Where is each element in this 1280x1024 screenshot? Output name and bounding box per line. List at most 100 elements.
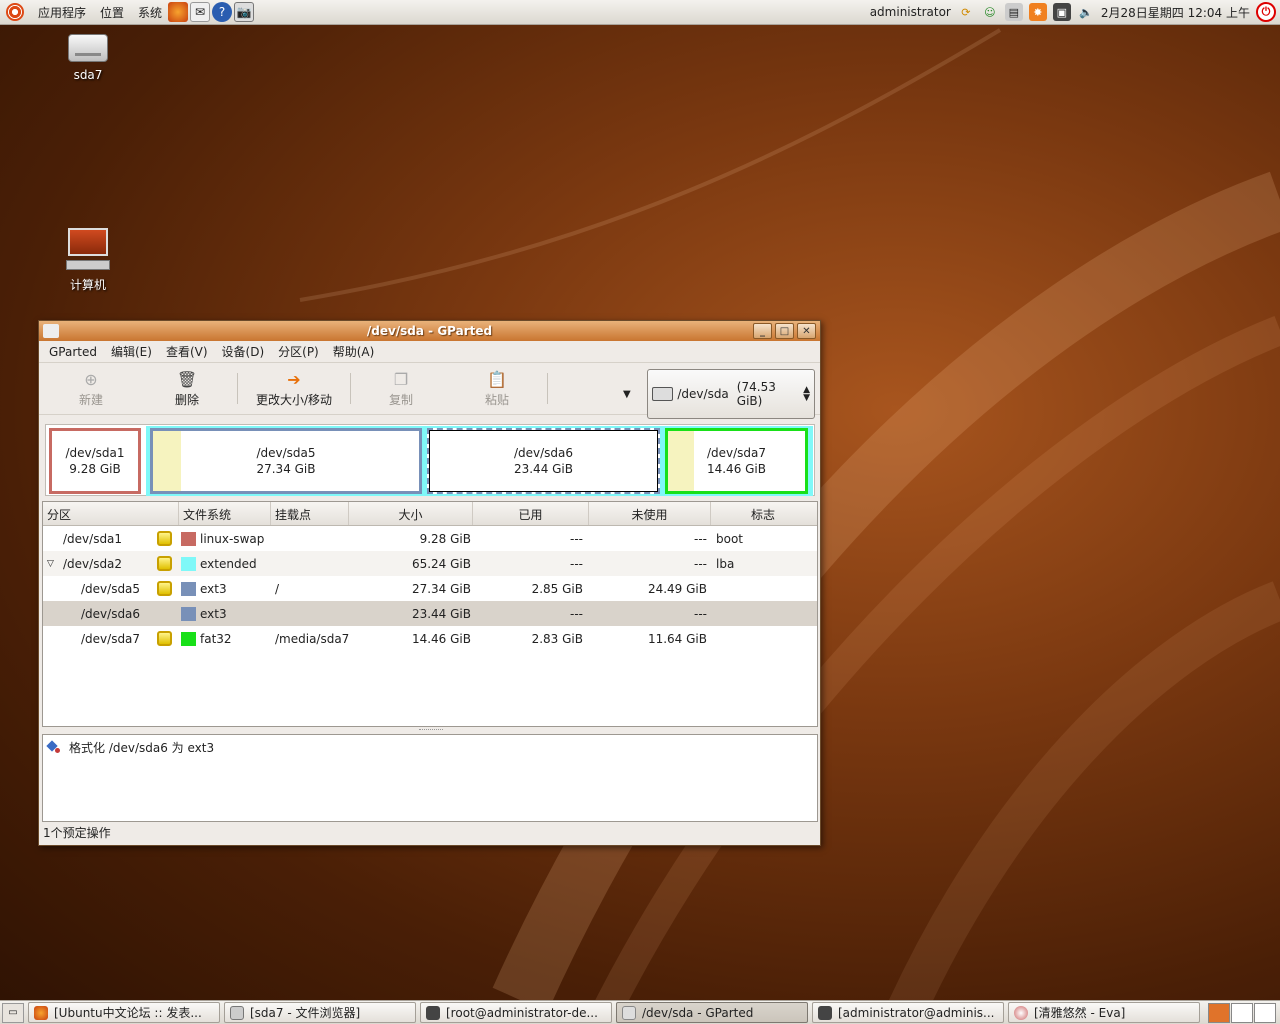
screenshot-icon[interactable]: 📷 [234,2,255,22]
task-media-player[interactable]: [清雅悠然 - Eva] [1008,1002,1200,1023]
toolbar-separator [350,373,351,404]
copy-button[interactable]: ❐ 复制 [353,367,449,410]
new-button[interactable]: ⊕ 新建 [43,367,139,410]
help-icon[interactable]: ? [212,2,233,22]
clock[interactable]: 2月28日星期四 12:04 上午 [1101,4,1250,21]
expander-icon[interactable]: ▽ [47,559,54,569]
volume-icon[interactable]: 🔈 [1077,3,1095,21]
header-filesystem[interactable]: 文件系统 [179,502,271,525]
partition-map-sda6[interactable]: /dev/sda6 23.44 GiB [427,428,660,494]
network-icon[interactable]: ▣ [1052,3,1071,21]
menu-edit[interactable]: 编辑(E) [111,343,152,360]
workspace-2[interactable] [1231,1002,1253,1023]
terminal-icon [426,1005,440,1020]
table-row[interactable]: /dev/sda7 fat32/media/sda7 14.46 GiB 2.83 G… [43,626,817,651]
resize-move-button[interactable]: ➔ 更改大小/移动 [240,367,348,410]
used-space-fill [153,431,181,491]
firefox-icon[interactable] [168,2,189,22]
update-icon[interactable]: ✸ [1028,3,1047,21]
format-operation-icon [47,740,63,756]
printer-icon[interactable]: ▤ [1004,3,1023,21]
partition-table: 分区 文件系统 挂载点 大小 已用 未使用 标志 /dev/sda1 linux-… [42,501,818,727]
maximize-button[interactable]: □ [775,323,794,339]
partition-map-sda5[interactable]: /dev/sda5 27.34 GiB [150,428,422,494]
task-gparted[interactable]: /dev/sda - GParted [616,1002,808,1023]
delete-label: 删除 [174,393,199,407]
paste-button[interactable]: 📋 粘贴 [449,367,545,410]
close-button[interactable]: ✕ [797,323,816,339]
used-space-fill [668,431,694,491]
copy-label: 复制 [388,393,413,407]
task-file-browser[interactable]: [sda7 - 文件浏览器] [224,1002,416,1023]
operation-text: 格式化 /dev/sda6 为 ext3 [69,741,215,755]
menu-applications[interactable]: 应用程序 [38,4,86,21]
user-name[interactable]: administrator [870,5,951,19]
messenger-icon[interactable]: ☺ [981,3,999,21]
workspace-1[interactable] [1208,1002,1230,1023]
drive-icon [68,34,108,62]
cell-mountpoint: /media/sda7 [275,631,350,646]
filesystem-color-swatch [181,631,196,646]
menu-places[interactable]: 位置 [100,4,124,21]
trash-icon: 🗑 [176,369,198,389]
table-row[interactable]: ▽ /dev/sda2 extended 65.24 GiB --- --- lba [43,551,817,576]
task-label: [root@administrator-de... [446,1005,598,1020]
partition-map-sda7[interactable]: /dev/sda7 14.46 GiB [665,428,808,494]
show-desktop-button[interactable]: ▭ [2,1002,24,1023]
toolbar-overflow-icon[interactable]: ▼ [623,389,631,400]
cell-filesystem: ext3 [200,581,227,596]
partition-size: 9.28 GiB [69,462,121,476]
gparted-window: /dev/sda - GParted _ □ ✕ GParted 编辑(E) 查… [38,320,821,846]
filesystem-color-swatch [181,581,196,596]
partition-name: /dev/sda1 [65,446,125,460]
pane-resize-handle[interactable] [419,729,443,732]
filesystem-color-swatch [181,556,196,571]
power-icon[interactable]: ⏻ [1256,2,1276,22]
device-selector[interactable]: /dev/sda (74.53 GiB) ▲ ▼ [647,369,815,419]
header-partition[interactable]: 分区 [43,502,179,525]
header-used[interactable]: 已用 [473,502,589,525]
menu-system[interactable]: 系统 [138,4,162,21]
table-row[interactable]: /dev/sda5 ext3 / 27.34 GiB 2.85 GiB 24.49 GiB [43,576,817,601]
partition-map-sda1[interactable]: /dev/sda1 9.28 GiB [49,428,141,494]
workspace-switcher [1208,1002,1280,1023]
mail-icon[interactable]: ✉ [190,2,211,22]
desktop-icon-sda7[interactable]: sda7 [48,34,128,82]
task-terminal-root[interactable]: [root@administrator-de... [420,1002,612,1023]
cell-filesystem: ext3 [200,606,227,621]
window-titlebar[interactable]: /dev/sda - GParted _ □ ✕ [39,321,820,341]
partition-name: /dev/sda5 [256,446,316,460]
task-firefox[interactable]: [Ubuntu中文论坛 :: 发表... [28,1002,220,1023]
menu-device[interactable]: 设备(D) [222,343,265,360]
cell-partition: /dev/sda2 [63,556,123,571]
desktop-icon-computer[interactable]: 计算机 [48,228,128,293]
copy-icon: ❐ [393,369,409,389]
menu-gparted[interactable]: GParted [49,345,97,359]
window-title: /dev/sda - GParted [366,324,493,338]
workspace-3[interactable] [1254,1002,1276,1023]
switch-user-icon[interactable]: ⟳ [957,3,975,21]
table-row[interactable]: /dev/sda6 ext3 23.44 GiB --- --- [43,601,817,626]
header-flags[interactable]: 标志 [711,502,815,525]
menu-help[interactable]: 帮助(A) [333,343,375,360]
header-unused[interactable]: 未使用 [589,502,711,525]
menu-partition[interactable]: 分区(P) [278,343,319,360]
cell-used: 2.85 GiB [531,581,583,596]
new-label: 新建 [78,393,103,407]
header-size[interactable]: 大小 [349,502,473,525]
task-terminal-admin[interactable]: [administrator@adminis... [812,1002,1004,1023]
operation-item[interactable]: 格式化 /dev/sda6 为 ext3 [43,735,817,760]
resize-arrow-icon: ➔ [287,369,301,389]
ubuntu-logo-icon[interactable] [6,3,24,21]
new-icon: ⊕ [84,369,98,389]
toolbar-separator [237,373,238,404]
cell-used: 2.83 GiB [531,631,583,646]
menu-view[interactable]: 查看(V) [166,343,208,360]
cell-used: --- [570,531,583,546]
firefox-icon [34,1005,48,1020]
paste-icon: 📋 [487,369,507,389]
delete-button[interactable]: 🗑 删除 [139,367,235,410]
minimize-button[interactable]: _ [753,323,772,339]
table-row[interactable]: /dev/sda1 linux-swap 9.28 GiB --- --- boot [43,526,817,551]
header-mountpoint[interactable]: 挂载点 [271,502,349,525]
